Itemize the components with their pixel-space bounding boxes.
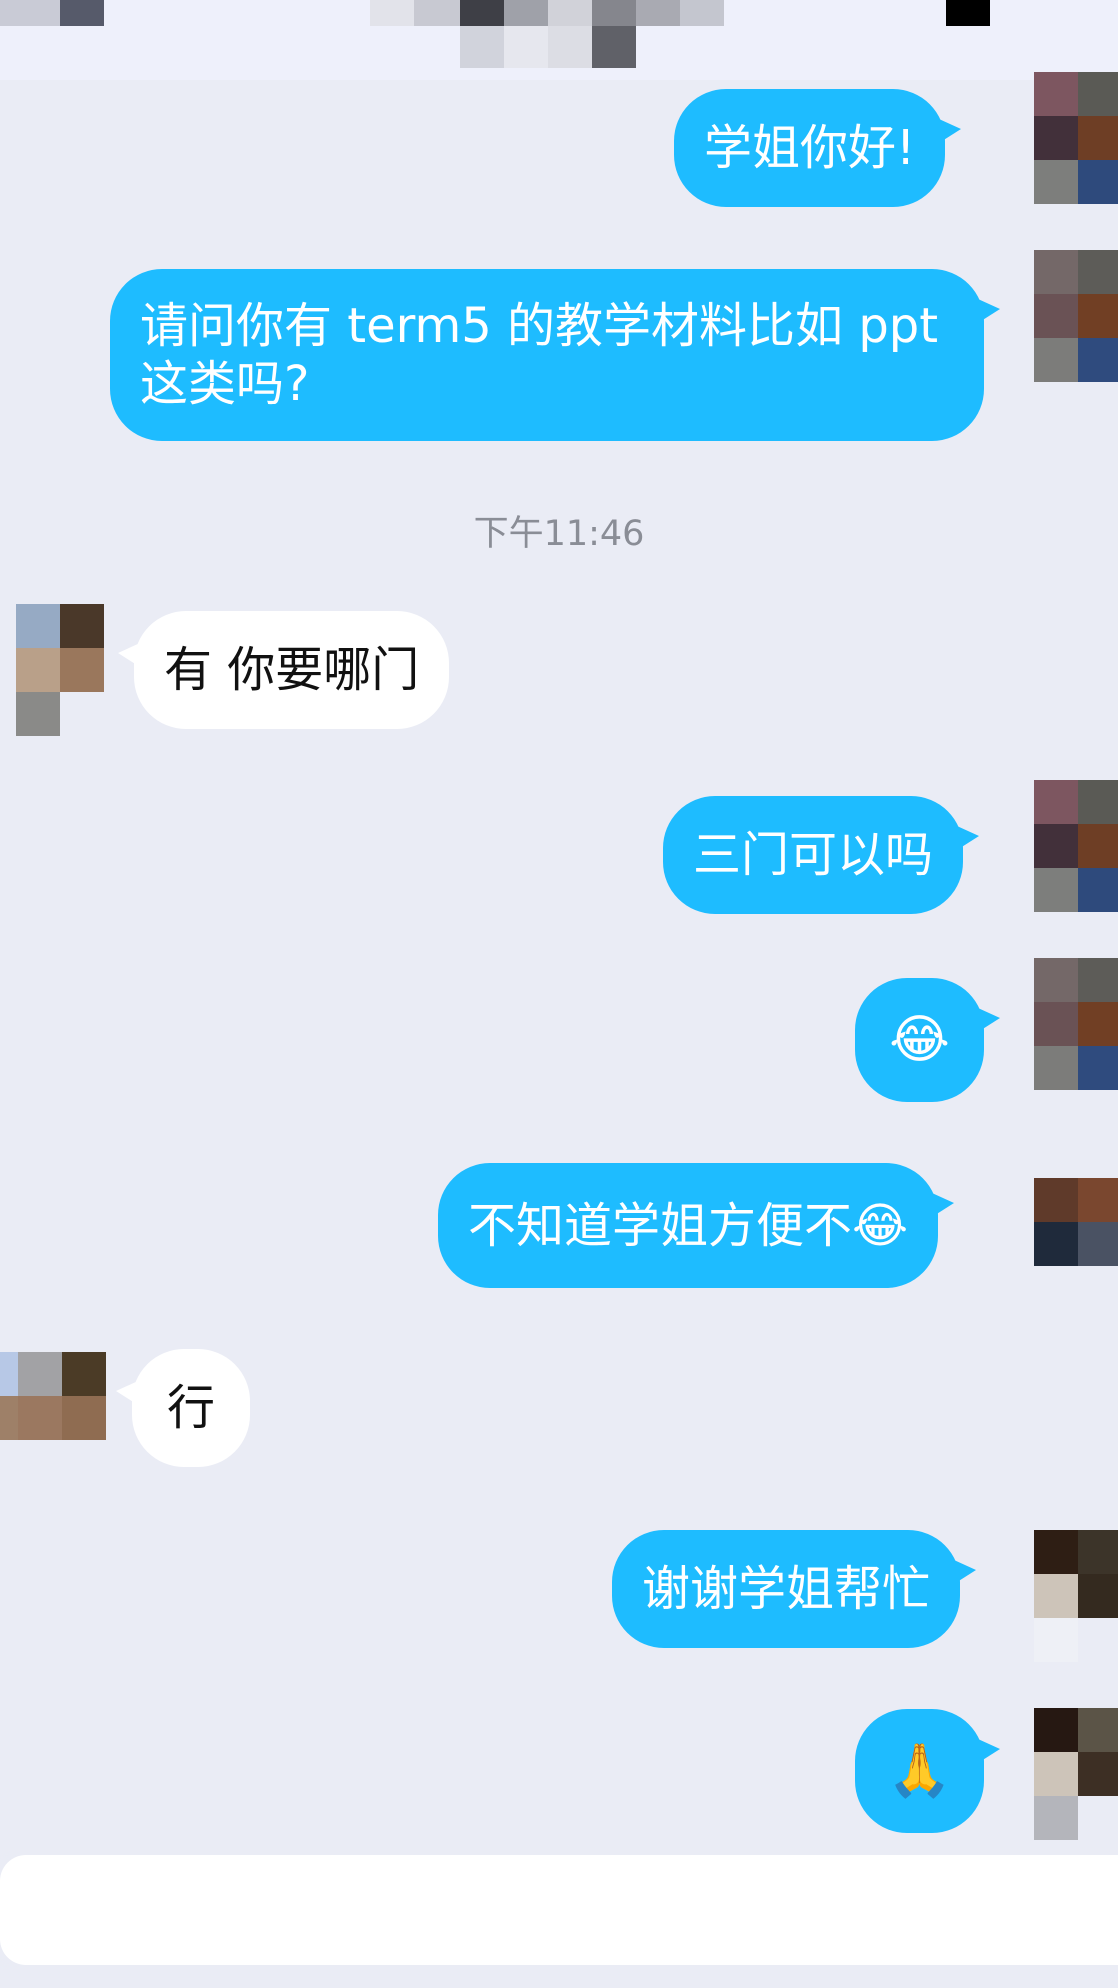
- avatar[interactable]: [0, 604, 104, 736]
- pixelated-header-block: [592, 0, 636, 26]
- message-bubble-outgoing[interactable]: 谢谢学姐帮忙: [612, 1530, 977, 1648]
- message-bubble-outgoing[interactable]: 学姐你好!: [674, 89, 962, 207]
- pixelated-header-block: [548, 0, 592, 26]
- bottom-safe-area: [0, 1965, 1118, 1988]
- avatar[interactable]: [0, 1352, 106, 1440]
- pixelated-header-block: [370, 0, 414, 26]
- pixelated-header-block: [460, 26, 504, 68]
- avatar[interactable]: [1034, 72, 1118, 204]
- pixelated-header-block: [946, 0, 990, 26]
- timestamp: 下午11:46: [473, 514, 645, 554]
- pixelated-header-block: [0, 0, 60, 26]
- chat-header: [0, 0, 1118, 80]
- pixelated-header-block: [636, 0, 680, 26]
- avatar[interactable]: [1034, 1530, 1118, 1662]
- message-bubble-outgoing[interactable]: 😂: [855, 978, 1000, 1102]
- message-line: 请问你有 term5 的教学材料比如 ppt: [140, 298, 939, 354]
- message-bubble-outgoing[interactable]: 🙏: [855, 1709, 1000, 1833]
- message-input-field[interactable]: [0, 1855, 1118, 1965]
- avatar[interactable]: [1034, 250, 1118, 382]
- message-line: 这类吗?: [140, 356, 310, 412]
- pixelated-header-block: [680, 0, 724, 26]
- pixelated-header-block: [460, 0, 504, 26]
- pixelated-header-block: [592, 26, 636, 68]
- message-bubble-outgoing[interactable]: 三门可以吗: [663, 796, 980, 914]
- avatar[interactable]: [1034, 958, 1118, 1090]
- message-bubble-incoming[interactable]: 有 你要哪门: [117, 611, 450, 729]
- pixelated-header-block: [548, 26, 592, 68]
- message-bubble-outgoing[interactable]: 请问你有 term5 的教学材料比如 ppt 这类吗?: [110, 269, 1000, 441]
- pixelated-header-block: [504, 26, 548, 68]
- avatar[interactable]: [1034, 780, 1118, 912]
- avatar[interactable]: [1034, 1134, 1118, 1266]
- message-bubble-outgoing[interactable]: 不知道学姐方便不😂: [438, 1163, 955, 1288]
- message-bubble-incoming[interactable]: 行: [116, 1349, 250, 1467]
- pixelated-header-block: [60, 0, 104, 26]
- pixelated-header-block: [504, 0, 548, 26]
- pixelated-header-block: [414, 0, 460, 26]
- avatar[interactable]: [1034, 1708, 1118, 1840]
